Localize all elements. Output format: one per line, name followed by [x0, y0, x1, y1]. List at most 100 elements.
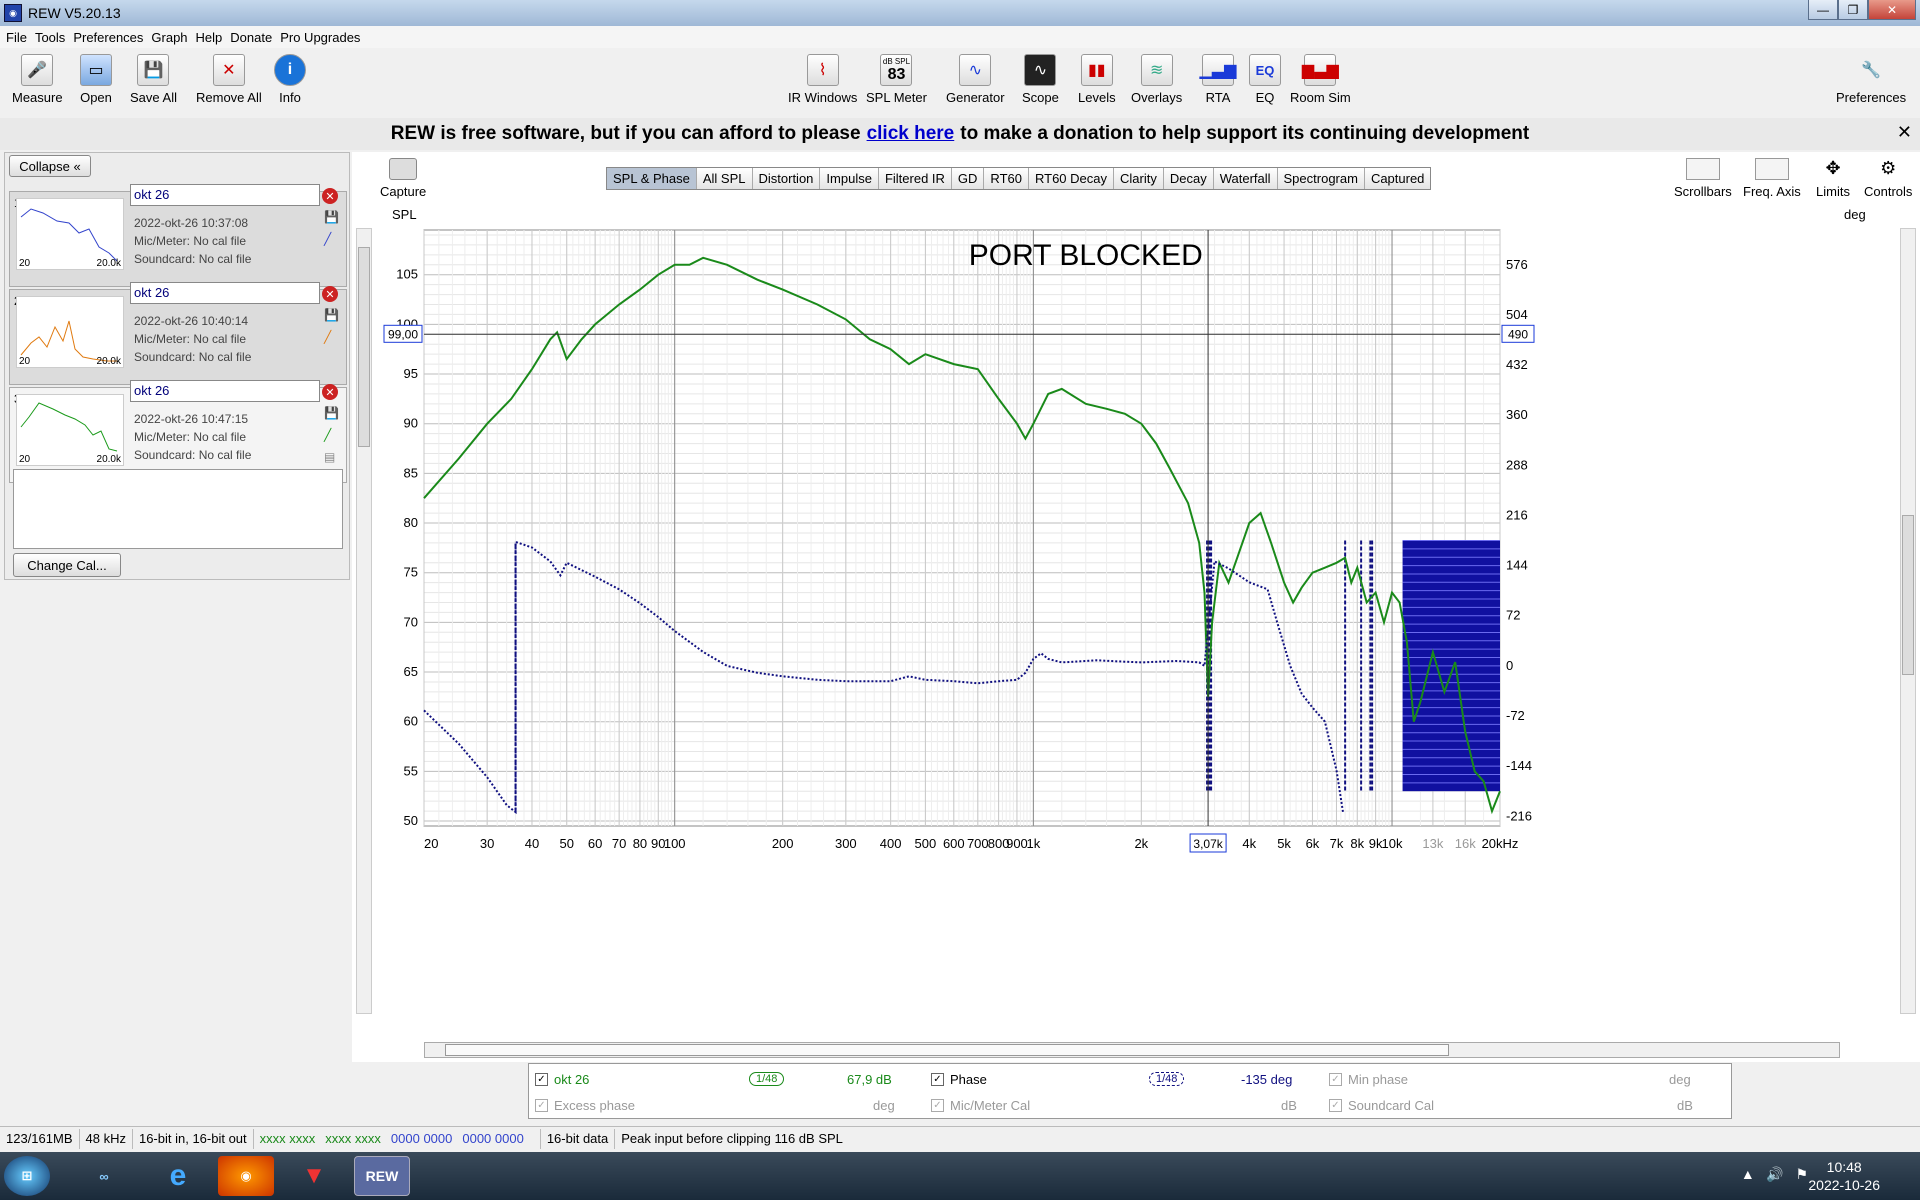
- frequency-scrollbar[interactable]: [424, 1042, 1840, 1058]
- menu-donate[interactable]: Donate: [230, 30, 272, 45]
- save-all-button[interactable]: 💾 Save All: [130, 54, 177, 105]
- limits-button[interactable]: ✥ Limits: [1816, 158, 1850, 199]
- menu-pro-upgrades[interactable]: Pro Upgrades: [280, 30, 360, 45]
- folder-icon: ▭: [80, 54, 112, 86]
- tab-gd[interactable]: GD: [951, 168, 985, 189]
- trace-color-icon[interactable]: ╱: [324, 428, 338, 442]
- x-tick-label: 500: [915, 836, 937, 851]
- y-tick-label: 105: [396, 267, 418, 282]
- legend-checkbox[interactable]: ✓: [1329, 1073, 1342, 1086]
- measurement-name-field[interactable]: okt 26: [130, 282, 320, 304]
- save-measurement-icon[interactable]: 💾: [324, 308, 339, 322]
- legend-item-measurement[interactable]: ✓ okt 26: [535, 1072, 589, 1087]
- overlays-button[interactable]: ≋ Overlays: [1131, 54, 1182, 105]
- minimize-button[interactable]: —: [1808, 0, 1838, 20]
- tab-impulse[interactable]: Impulse: [820, 168, 879, 189]
- room-sim-button[interactable]: ▆▃▆ Room Sim: [1290, 54, 1351, 105]
- banner-close-icon[interactable]: ✕: [1897, 122, 1912, 143]
- menu-file[interactable]: File: [6, 30, 27, 45]
- tab-rt60[interactable]: RT60: [984, 168, 1029, 189]
- tab-decay[interactable]: Decay: [1163, 168, 1214, 189]
- open-button[interactable]: ▭ Open: [80, 54, 112, 105]
- trace-color-icon[interactable]: ╱: [324, 330, 338, 344]
- freq-axis-button[interactable]: Freq. Axis: [1743, 158, 1801, 199]
- tab-spl-phase[interactable]: SPL & Phase: [607, 168, 697, 189]
- ir-windows-button[interactable]: ⌇ IR Windows: [788, 54, 857, 105]
- banner-text: REW is free software, but if you can aff…: [390, 123, 861, 144]
- remove-measurement-icon[interactable]: ✕: [322, 286, 338, 302]
- tab-waterfall[interactable]: Waterfall: [1213, 168, 1278, 189]
- change-cal-button[interactable]: Change Cal...: [13, 553, 121, 577]
- save-measurement-icon[interactable]: 💾: [324, 210, 339, 224]
- spl-phase-chart[interactable]: 50 55 60 65 70 75 80 85 90 95 100 105 -216 -144 -72 0 72…: [352, 220, 1920, 1050]
- notes-icon[interactable]: ▤: [324, 450, 338, 464]
- tab-rt60-decay[interactable]: RT60 Decay: [1028, 168, 1114, 189]
- scrollbars-button[interactable]: Scrollbars: [1674, 158, 1732, 199]
- measurement-name-field[interactable]: okt 26: [130, 380, 320, 402]
- capture-button[interactable]: Capture: [380, 158, 426, 199]
- measure-button[interactable]: 🎤 Measure: [12, 54, 63, 105]
- legend-checkbox[interactable]: ✓: [1329, 1099, 1342, 1112]
- preferences-button[interactable]: 🔧 Preferences: [1836, 54, 1906, 105]
- tab-distortion[interactable]: Distortion: [752, 168, 821, 189]
- measurement-item-2[interactable]: 2 20 20.0k okt 26 ✕ 2022-okt-26 10:40:14…: [9, 282, 347, 385]
- legend-checkbox[interactable]: ✓: [931, 1099, 944, 1112]
- close-button[interactable]: ✕: [1868, 0, 1916, 20]
- remove-all-button[interactable]: ✕ Remove All: [196, 54, 262, 105]
- legend-checkbox[interactable]: ✓: [535, 1099, 548, 1112]
- menu-graph[interactable]: Graph: [151, 30, 187, 45]
- legend-smoothing-phase[interactable]: 1/48: [1149, 1072, 1185, 1086]
- start-button-icon[interactable]: ⊞: [4, 1156, 50, 1196]
- controls-button[interactable]: ⚙ Controls: [1864, 158, 1912, 199]
- scrollbar-thumb[interactable]: [445, 1044, 1449, 1056]
- legend-unit-mic-meter-cal: dB: [1281, 1098, 1297, 1113]
- measurement-notes[interactable]: [13, 469, 343, 549]
- tab-filtered-ir[interactable]: Filtered IR: [878, 168, 952, 189]
- legend-item-excess-phase[interactable]: ✓ Excess phase: [535, 1098, 635, 1113]
- legend-checkbox[interactable]: ✓: [535, 1073, 548, 1086]
- menu-help[interactable]: Help: [196, 30, 223, 45]
- trace-color-icon[interactable]: ╱: [324, 232, 338, 246]
- legend-item-mic-meter-cal[interactable]: ✓ Mic/Meter Cal: [931, 1098, 1030, 1113]
- right-axis-scrollbar[interactable]: [1900, 228, 1916, 1014]
- tab-all-spl[interactable]: All SPL: [696, 168, 753, 189]
- collapse-chevron-icon: «: [73, 158, 81, 174]
- firefox-icon[interactable]: ◉: [218, 1156, 274, 1196]
- collapse-button[interactable]: Collapse «: [9, 155, 91, 177]
- remove-measurement-icon[interactable]: ✕: [322, 188, 338, 204]
- chart-annotation: PORT BLOCKED: [969, 239, 1203, 272]
- save-measurement-icon[interactable]: 💾: [324, 406, 339, 420]
- x-tick-label: 600: [943, 836, 965, 851]
- internet-explorer-icon[interactable]: e: [150, 1156, 206, 1196]
- rew-taskbar-button[interactable]: REW: [354, 1156, 410, 1196]
- menu-tools[interactable]: Tools: [35, 30, 65, 45]
- levels-button[interactable]: ▮▮ Levels: [1078, 54, 1116, 105]
- rta-button[interactable]: ▁▃▆ RTA: [1200, 54, 1236, 105]
- legend-item-min-phase[interactable]: ✓ Min phase: [1329, 1072, 1408, 1087]
- remove-measurement-icon[interactable]: ✕: [322, 384, 338, 400]
- donate-link[interactable]: click here: [867, 123, 955, 145]
- menu-preferences[interactable]: Preferences: [73, 30, 143, 45]
- scope-button[interactable]: ∿ Scope: [1022, 54, 1059, 105]
- app-infinity-icon[interactable]: ∞: [76, 1156, 132, 1196]
- chart-svg[interactable]: 50 55 60 65 70 75 80 85 90 95 100 105 -216 -144 -72 0 72…: [352, 220, 1920, 1050]
- legend-item-soundcard-cal[interactable]: ✓ Soundcard Cal: [1329, 1098, 1434, 1113]
- measurement-item-1[interactable]: 1 20 20.0k okt 26 ✕ 2022-okt-26 10:37:08…: [9, 184, 347, 287]
- system-clock[interactable]: 10:48 2022-10-26: [1808, 1158, 1880, 1194]
- app-shield-icon[interactable]: ▼: [286, 1156, 342, 1196]
- legend-smoothing-measurement[interactable]: 1/48: [749, 1072, 785, 1086]
- y-tick-label: 95: [404, 366, 418, 381]
- tab-spectrogram[interactable]: Spectrogram: [1277, 168, 1365, 189]
- cursor-freq-readout: 3,07k: [1193, 837, 1223, 851]
- eq-button[interactable]: EQ EQ: [1249, 54, 1281, 105]
- tab-captured[interactable]: Captured: [1364, 168, 1431, 189]
- maximize-button[interactable]: ❐: [1838, 0, 1868, 20]
- tab-clarity[interactable]: Clarity: [1114, 168, 1164, 189]
- info-button[interactable]: i Info: [274, 54, 306, 105]
- scrollbar-thumb[interactable]: [1902, 515, 1914, 675]
- legend-checkbox[interactable]: ✓: [931, 1073, 944, 1086]
- spl-meter-button[interactable]: dB SPL 83 SPL Meter: [866, 54, 927, 105]
- generator-button[interactable]: ∿ Generator: [946, 54, 1005, 105]
- measurement-name-field[interactable]: okt 26: [130, 184, 320, 206]
- legend-item-phase[interactable]: ✓ Phase: [931, 1072, 987, 1087]
